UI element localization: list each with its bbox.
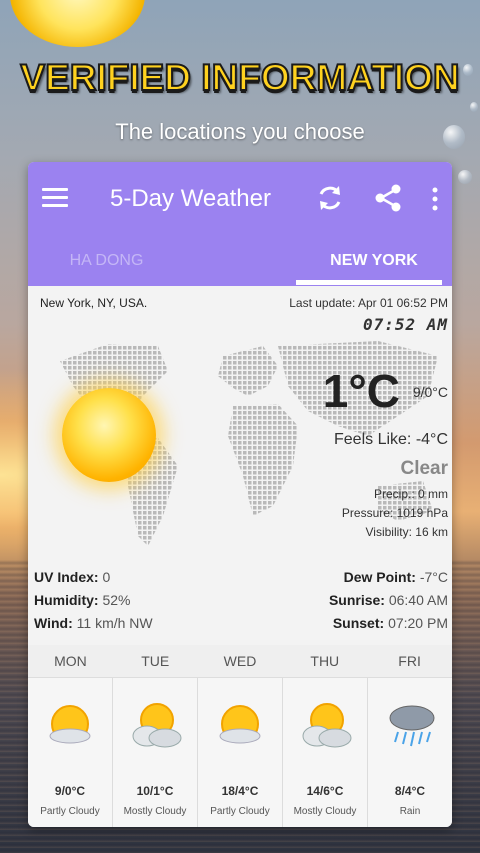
more-options-icon[interactable] bbox=[430, 185, 440, 213]
sunny-icon bbox=[62, 388, 156, 482]
current-temperature: 1°C bbox=[322, 365, 400, 417]
forecast-day: MON bbox=[54, 653, 87, 669]
forecast-temp: 8/4°C bbox=[394, 784, 426, 798]
humidity-value: 52% bbox=[102, 592, 131, 608]
sunrise-label: Sunrise: bbox=[328, 592, 385, 608]
mostly-cloudy-icon bbox=[132, 703, 182, 748]
wind-value: 11 km/h NW bbox=[76, 615, 153, 631]
dew-point: Dew Point: -7°C bbox=[344, 569, 448, 585]
last-update: Last update: Apr 01 06:52 PM bbox=[289, 296, 448, 310]
forecast-day: WED bbox=[223, 653, 257, 669]
wind: Wind: 11 km/h NW bbox=[34, 615, 153, 631]
water-droplet bbox=[458, 170, 472, 184]
forecast-day-headers: MON TUE WED THU FRI bbox=[28, 645, 452, 677]
pressure: Pressure: 1019 hPa bbox=[341, 506, 448, 520]
current-weather-panel: New York, NY, USA. Last update: Apr 01 0… bbox=[28, 286, 452, 631]
tab-ha-dong[interactable]: HA DONG bbox=[28, 246, 185, 286]
water-droplet bbox=[470, 102, 478, 112]
sunset-label: Sunset: bbox=[332, 615, 385, 631]
uv-value: 0 bbox=[102, 569, 111, 585]
forecast-card[interactable]: 9/0°C Partly Cloudy bbox=[28, 678, 113, 827]
uv-index: UV Index: 0 bbox=[34, 569, 110, 585]
forecast-card[interactable]: 14/6°C Mostly Cloudy bbox=[283, 678, 368, 827]
forecast-card[interactable]: 18/4°C Partly Cloudy bbox=[198, 678, 283, 827]
forecast-desc: Rain bbox=[399, 806, 421, 817]
share-icon[interactable] bbox=[373, 183, 403, 213]
partly-cloudy-icon bbox=[49, 705, 91, 744]
promo-subline: The locations you choose bbox=[115, 119, 365, 144]
sunrise-value: 06:40 AM bbox=[388, 592, 448, 608]
weather-app-card: 5-Day Weather HA DONG NEW YORK New York,… bbox=[28, 162, 452, 827]
feels-like: Feels Like: -4°C bbox=[334, 431, 448, 448]
forecast-card[interactable]: 10/1°C Mostly Cloudy bbox=[113, 678, 198, 827]
app-title: 5-Day Weather bbox=[110, 185, 271, 212]
forecast-temp: 9/0°C bbox=[54, 784, 86, 798]
tab-selected-indicator bbox=[296, 280, 442, 285]
uv-label: UV Index: bbox=[34, 569, 99, 585]
forecast-temp: 10/1°C bbox=[136, 784, 174, 798]
refresh-icon[interactable] bbox=[315, 183, 345, 213]
forecast-day: FRI bbox=[398, 653, 421, 669]
forecast-desc: Partly Cloudy bbox=[210, 806, 270, 817]
rain-icon bbox=[389, 705, 435, 747]
mostly-cloudy-icon bbox=[302, 703, 352, 748]
five-day-forecast: MON TUE WED THU FRI 9/0°C Partly Cloudy bbox=[28, 645, 452, 827]
humidity: Humidity: 52% bbox=[34, 592, 130, 608]
menu-icon[interactable] bbox=[42, 188, 68, 208]
humidity-label: Humidity: bbox=[34, 592, 99, 608]
sunset-value: 07:20 PM bbox=[388, 615, 448, 631]
forecast-card[interactable]: 8/4°C Rain bbox=[368, 678, 452, 827]
forecast-day: THU bbox=[310, 653, 340, 669]
forecast-desc: Mostly Cloudy bbox=[123, 806, 187, 817]
sunset: Sunset: 07:20 PM bbox=[333, 615, 448, 631]
forecast-temp: 18/4°C bbox=[221, 784, 259, 798]
sunrise: Sunrise: 06:40 AM bbox=[329, 592, 448, 608]
app-bar: 5-Day Weather HA DONG NEW YORK bbox=[28, 162, 452, 286]
condition-text: Clear bbox=[400, 458, 448, 479]
location-name: New York, NY, USA. bbox=[40, 296, 148, 310]
dew-label: Dew Point: bbox=[343, 569, 416, 585]
forecast-desc: Partly Cloudy bbox=[40, 806, 100, 817]
forecast-desc: Mostly Cloudy bbox=[293, 806, 357, 817]
digital-clock: 07:52 AM bbox=[362, 315, 448, 334]
precipitation: Precip.: 0 mm bbox=[373, 487, 448, 501]
forecast-temp: 14/6°C bbox=[306, 784, 344, 798]
promo-headline: VERIFIED INFORMATION bbox=[19, 56, 460, 99]
visibility: Visibility: 16 km bbox=[365, 525, 448, 539]
background-sun bbox=[10, 0, 145, 47]
wind-label: Wind: bbox=[34, 615, 73, 631]
forecast-day: TUE bbox=[141, 653, 170, 669]
forecast-cells: 9/0°C Partly Cloudy 10/1°C Mostly Cloudy… bbox=[28, 677, 452, 827]
partly-cloudy-icon bbox=[219, 705, 261, 744]
min-max-temperature: 9/0°C bbox=[412, 384, 448, 400]
dew-value: -7°C bbox=[419, 569, 448, 585]
